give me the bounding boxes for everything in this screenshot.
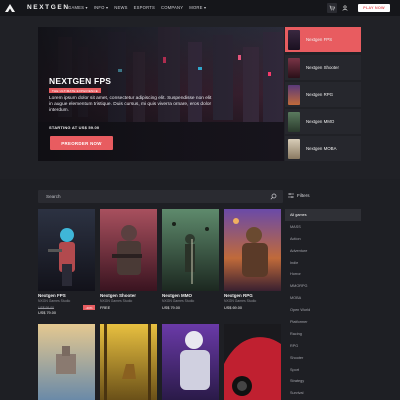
game-studio: NXGN Games Studio [100,299,133,303]
brand-name[interactable]: NEXTGEN [27,4,70,11]
game-cover-image [224,209,281,291]
game-card-racing[interactable] [224,324,281,400]
featured-item-label: Nextgen RPG [306,92,334,97]
search-placeholder: Search [46,194,61,199]
main-menu: GAMES ▾ INFO ▾ NEWS ESPORTS COMPANY MORE… [68,5,206,10]
search-input[interactable]: Search [38,190,283,203]
thumbnail [288,29,300,50]
featured-title: NEXTGEN FPS [49,76,112,86]
featured-item-mmo[interactable]: Nextgen MMO [285,109,361,134]
filter-sport[interactable]: Sport [285,364,361,376]
game-cover-image [38,209,95,291]
filter-strategy[interactable]: Strategy [285,375,361,387]
nav-link-company[interactable]: COMPANY [161,5,183,10]
filter-racing[interactable]: Racing [285,328,361,340]
filter-mmorpg[interactable]: MMORPG [285,280,361,292]
preorder-button[interactable]: PREORDER NOW [50,136,113,150]
filter-mass[interactable]: MASS [285,221,361,233]
game-price: US$ 69.00 [224,306,242,310]
featured-item-label: Nextgen FPS [306,37,333,42]
game-price: US$ 79.00 [38,311,56,315]
filter-icon [288,193,294,198]
filter-open-world[interactable]: Open World [285,304,361,316]
top-navbar: NEXTGEN GAMES ▾ INFO ▾ NEWS ESPORTS COMP… [0,0,400,16]
featured-tagline: THE ULTIMATE EXPERIENCE [49,88,101,93]
featured-item-fps[interactable]: Nextgen FPS [285,27,361,52]
thumbnail [288,111,300,132]
play-now-button[interactable]: PLAY NOW [358,4,390,12]
filter-horror[interactable]: Horror [285,268,361,280]
game-studio: NXGN Games Studio [38,299,71,303]
cart-icon [329,5,335,11]
nav-link-news[interactable]: NEWS [114,5,127,10]
filter-moba[interactable]: MOBA [285,292,361,304]
user-icon [342,5,348,11]
game-price: US$ 79.00 [162,306,180,310]
filters-title: Filters [297,193,310,198]
game-studio: NXGN Games Studio [162,299,195,303]
game-price: FREE [100,306,111,310]
game-old-price: US$ 99.00 [38,306,55,310]
featured-item-moba[interactable]: Nextgen MOBA [285,136,361,161]
filter-action[interactable]: Action [285,233,361,245]
account-button[interactable] [340,3,350,13]
nav-link-games[interactable]: GAMES ▾ [68,5,88,10]
filter-all-games[interactable]: All games [285,209,361,221]
featured-item-label: Nextgen MOBA [306,146,337,151]
filter-rpg[interactable]: RPG [285,340,361,352]
filter-shooter[interactable]: Shooter [285,352,361,364]
discount-badge: -20% [83,305,95,310]
featured-description: Lorem ipsum dolor sit amet, consectetur … [49,96,212,113]
nav-link-more[interactable]: MORE ▾ [189,5,206,10]
game-card-forest[interactable] [100,324,157,400]
logo-icon[interactable] [5,4,15,12]
thumbnail [288,138,300,159]
nav-link-esports[interactable]: ESPORTS [134,5,155,10]
game-title: Nextgen FPS [38,293,66,298]
thumbnail [288,84,300,105]
featured-item-label: Nextgen Shooter [306,65,339,70]
featured-item-rpg[interactable]: Nextgen RPG [285,82,361,107]
game-title: Nextgen RPG [224,293,253,298]
filter-indie[interactable]: Indie [285,257,361,269]
search-icon[interactable] [270,193,277,200]
game-cover-image [162,209,219,291]
game-title: Nextgen Shooter [100,293,137,298]
filter-adventure[interactable]: Adventure [285,245,361,257]
featured-game-list: Nextgen FPS Nextgen Shooter Nextgen RPG … [285,27,361,161]
filter-platformer[interactable]: Platformer [285,316,361,328]
game-card-castle[interactable] [38,324,95,400]
featured-item-label: Nextgen MMO [306,119,335,124]
game-title: Nextgen MMO [162,293,193,298]
game-cover-image [100,209,157,291]
genre-filter-list: All games MASS Action Adventure Indie Ho… [285,209,361,399]
filter-survival[interactable]: Survival [285,387,361,399]
cart-button[interactable] [327,3,337,13]
game-studio: NXGN Games Studio [224,299,257,303]
thumbnail [288,57,300,78]
game-card-sport[interactable] [162,324,219,400]
featured-item-shooter[interactable]: Nextgen Shooter [285,55,361,80]
nav-link-info[interactable]: INFO ▾ [94,5,108,10]
featured-price: STARTING AT US$ 59.00 [49,125,100,130]
filters-header[interactable]: Filters [288,193,310,198]
